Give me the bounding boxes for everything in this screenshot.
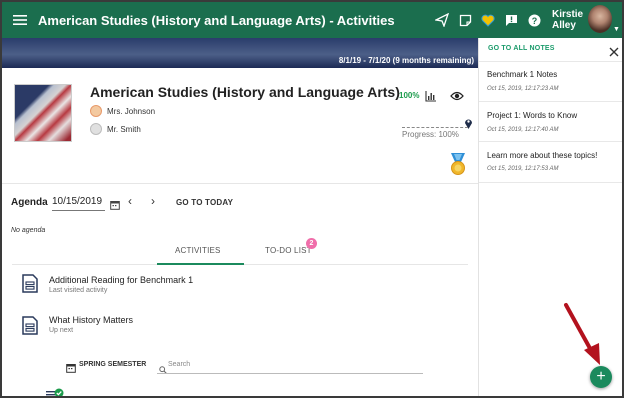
user-first-name: Kirstie <box>552 9 584 20</box>
progress-track <box>402 127 468 128</box>
search-input[interactable]: Search <box>168 361 190 368</box>
teacher-avatar <box>90 123 102 135</box>
active-tab-indicator <box>157 263 244 265</box>
divider <box>479 141 622 142</box>
note-title: Benchmark 1 Notes <box>487 70 558 79</box>
course-banner: 8/1/19 - 7/1/20 (9 months remaining) <box>2 38 478 68</box>
divider <box>479 61 622 62</box>
note-date: Oct 15, 2019, 12:17:53 AM <box>487 166 559 172</box>
agenda-date-input[interactable]: 10/15/2019 <box>52 196 102 207</box>
page-title: American Studies (History and Language A… <box>38 12 395 28</box>
teacher-item[interactable]: Mrs. Johnson <box>90 105 155 117</box>
teacher-name: Mrs. Johnson <box>107 106 156 116</box>
note-date: Oct 15, 2019, 12:17:40 AM <box>487 127 559 133</box>
user-last-name: Alley <box>552 20 576 31</box>
no-agenda-text: No agenda <box>11 227 46 234</box>
menu-icon[interactable] <box>2 2 38 38</box>
divider <box>2 183 478 184</box>
activity-document-icon <box>22 316 38 340</box>
tab-activities[interactable]: ACTIVITIES <box>175 246 221 255</box>
arrow-annotation-icon <box>562 302 606 373</box>
search-underline <box>157 373 423 374</box>
main-panel: 8/1/19 - 7/1/20 (9 months remaining) Ame… <box>2 38 478 396</box>
add-note-button[interactable]: + <box>590 366 612 388</box>
search-icon <box>159 361 167 379</box>
teacher-avatar <box>90 105 102 117</box>
progress-label: Progress: 100% <box>402 130 459 139</box>
chevron-left-icon[interactable]: ‹ <box>128 194 132 208</box>
note-title: Project 1: Words to Know <box>487 111 578 120</box>
top-icons: ? <box>434 2 542 38</box>
chevron-right-icon[interactable]: › <box>151 194 155 208</box>
top-bar: American Studies (History and Language A… <box>2 2 622 38</box>
tab-todo-list[interactable]: TO-DO LIST <box>265 246 312 255</box>
chevron-down-icon[interactable]: ▼ <box>613 26 620 33</box>
agenda-label: Agenda <box>11 197 48 208</box>
notes-icon[interactable] <box>457 12 473 28</box>
activity-title: What History Matters <box>49 315 134 325</box>
note-date: Oct 15, 2019, 12:17:23 AM <box>487 86 559 92</box>
course-title: American Studies (History and Language A… <box>90 84 400 100</box>
go-to-today-button[interactable]: GO TO TODAY <box>176 198 233 207</box>
heart-icon[interactable] <box>480 12 496 28</box>
svg-text:?: ? <box>531 16 537 26</box>
course-image <box>14 84 72 142</box>
agenda-date-underline <box>52 210 105 211</box>
activity-document-icon <box>22 274 38 298</box>
activity-subtitle: Up next <box>49 327 74 334</box>
activity-subtitle: Last visited activity <box>49 287 108 294</box>
user-name[interactable]: Kirstie Alley <box>552 9 583 31</box>
send-icon[interactable] <box>434 12 450 28</box>
bar-chart-icon[interactable] <box>425 89 437 107</box>
close-icon[interactable] <box>609 44 619 62</box>
note-title: Learn more about these topics! <box>487 151 598 160</box>
app-frame: American Studies (History and Language A… <box>0 0 624 398</box>
location-pin-icon <box>464 116 473 134</box>
eye-icon[interactable] <box>450 89 464 107</box>
semester-label[interactable]: SPRING SEMESTER <box>79 361 146 368</box>
teacher-item[interactable]: Mr. Smith <box>90 123 141 135</box>
todo-count-badge: 2 <box>306 238 317 249</box>
completed-activity-icon <box>45 387 65 396</box>
medal-icon[interactable] <box>448 152 468 181</box>
calendar-icon[interactable] <box>110 197 120 215</box>
divider <box>479 101 622 102</box>
feedback-icon[interactable] <box>503 12 519 28</box>
divider <box>479 182 622 183</box>
calendar-icon <box>66 360 76 378</box>
completion-percent: 100% <box>399 91 420 100</box>
teacher-name: Mr. Smith <box>107 124 141 134</box>
go-to-all-notes-link[interactable]: GO TO ALL NOTES <box>488 45 555 52</box>
date-range: 8/1/19 - 7/1/20 (9 months remaining) <box>338 56 474 65</box>
avatar[interactable] <box>588 5 612 33</box>
help-icon[interactable]: ? <box>526 12 542 28</box>
activity-title: Additional Reading for Benchmark 1 <box>49 275 194 285</box>
